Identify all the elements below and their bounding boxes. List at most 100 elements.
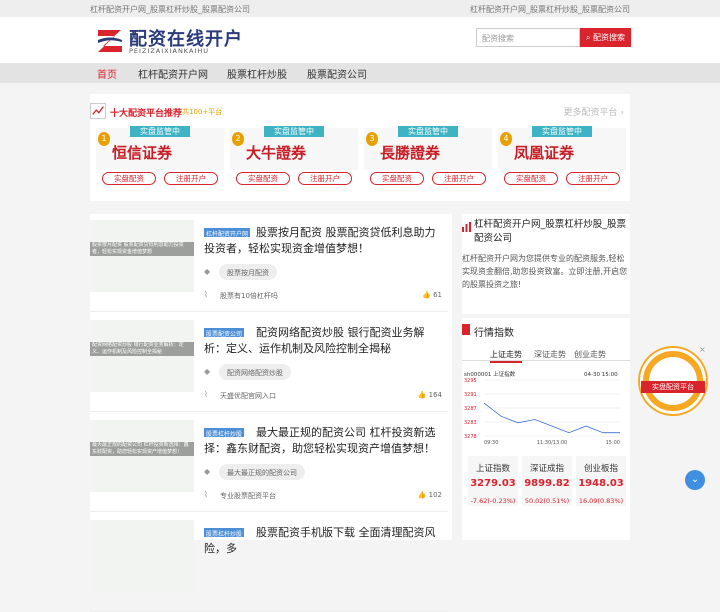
floating-ad-label: 实盘配资平台 xyxy=(641,381,705,393)
close-icon[interactable]: × xyxy=(699,345,706,354)
supervised-tag: 实盘监管中 xyxy=(130,126,190,137)
about-heading: 杠杆配资开户网_股票杠杆炒股_股票配资公司 xyxy=(474,219,627,244)
site-logo[interactable]: 配资在线开户 PEIZIZAIXIANKAIHU xyxy=(95,26,245,56)
chart-icon: ⌇ xyxy=(204,390,208,399)
view-count: 👍 61 xyxy=(422,291,442,299)
post-thumbnail[interactable] xyxy=(90,520,194,592)
chart-date: 04-30 15:00 xyxy=(584,372,618,378)
about-text: 杠杆配资开户网为您提供专业的配资服务,轻松实现资金翻倍,助您投资致富。立即注册,… xyxy=(462,254,628,289)
register-button[interactable]: 注册开户 xyxy=(164,172,218,185)
search-input[interactable]: 配资搜索 xyxy=(476,28,580,47)
view-count: 👍 102 xyxy=(417,491,442,499)
search-button[interactable]: ⌕ 配资搜索 xyxy=(580,28,631,47)
real-trade-button[interactable]: 实盘配资 xyxy=(102,172,156,185)
register-button[interactable]: 注册开户 xyxy=(566,172,620,185)
keyword-pill[interactable]: 股票按月配资 xyxy=(219,264,277,280)
search-icon: ⌕ xyxy=(586,33,591,42)
tab-sh-trend[interactable]: 上证走势 xyxy=(490,349,522,363)
list-item[interactable]: 最大最正规的配资公司 杠杆投资新选择：鑫东财配资，助您轻松实现资产增值梦想！ 股… xyxy=(90,414,448,512)
recommend-panel: 十大配资平台推荐 共100+平台 更多配资平台 › 1 实盘监管中 恒信证券 实… xyxy=(90,94,630,201)
chart-icon: ⌇ xyxy=(204,290,208,299)
tag-icon: ◆ xyxy=(204,467,211,476)
floating-ad[interactable]: 实盘配资平台 一键查询 × xyxy=(640,345,706,414)
post-source[interactable]: 专业股票配资平台 xyxy=(220,491,276,501)
search-box: 配资搜索 ⌕ 配资搜索 xyxy=(476,28,631,47)
platform-card[interactable]: 3 实盘监管中 長勝證券 实盘配资 注册开户 xyxy=(364,126,492,197)
search-button-label: 配资搜索 xyxy=(593,33,626,42)
real-trade-button[interactable]: 实盘配资 xyxy=(370,172,424,185)
thumbnail-caption: 股票按月配资 股票配资贷低利息助力投资者，轻松实现资金增值梦想 xyxy=(90,242,194,256)
market-widget: 行情指数 上证走势 深证走势 创业走势 sh000001 上证指数 04-30 … xyxy=(462,318,630,540)
index-line-chart[interactable]: sh000001 上证指数 04-30 15:00 32953291328732… xyxy=(462,368,630,448)
list-item[interactable]: 配资网络配资炒股 银行配资业务解析：定义、运作机制及风险控制全揭秘 股票配资公司… xyxy=(90,314,448,412)
real-trade-button[interactable]: 实盘配资 xyxy=(504,172,558,185)
index-name: 上证指数 xyxy=(475,464,510,474)
market-heading: 行情指数 xyxy=(474,328,514,339)
nav-item-stock-companies[interactable]: 股票配资公司 xyxy=(307,66,367,81)
keyword-pill[interactable]: 配资网络配资炒股 xyxy=(219,364,291,380)
post-thumbnail[interactable]: 最大最正规的配资公司 杠杆投资新选择：鑫东财配资，助您轻松实现资产增值梦想！ xyxy=(90,420,194,492)
thumbnail-caption: 配资网络配资炒股 银行配资业务解析：定义、运作机制及风险控制全揭秘 xyxy=(90,342,194,356)
list-item[interactable]: 股票杠杆炒股 股票配资手机版下载 全面清理配资风险，多 xyxy=(90,514,448,612)
post-thumbnail[interactable]: 股票按月配资 股票配资贷低利息助力投资者，轻松实现资金增值梦想 xyxy=(90,220,194,292)
header: 配资在线开户 PEIZIZAIXIANKAIHU 配资搜索 ⌕ 配资搜索 xyxy=(0,17,720,63)
index-value: 9899.82 xyxy=(524,478,570,489)
index-series-line xyxy=(483,402,620,434)
back-to-top-button[interactable]: ⌄ xyxy=(685,470,705,490)
index-card-gem[interactable]: 创业板指 1948.03 16.09(0.83%) xyxy=(576,456,626,506)
supervised-tag: 实盘监管中 xyxy=(532,126,592,137)
index-card-sz[interactable]: 深证成指 9899.82 50.02(0.51%) xyxy=(522,456,572,506)
index-name: 深证成指 xyxy=(529,464,564,474)
main-nav: 首页 杠杆配资开户网 股票杠杆炒股 股票配资公司 xyxy=(0,63,720,83)
platform-logo: 長勝證券 xyxy=(380,144,441,162)
y-tick-label: 3291 xyxy=(464,392,477,398)
recommend-title: 十大配资平台推荐 xyxy=(110,109,183,119)
rank-badge: 3 xyxy=(366,132,378,146)
about-widget: 杠杆配资开户网_股票杠杆炒股_股票配资公司 杠杆配资开户网为您提供专业的配资服务… xyxy=(462,214,630,314)
post-title[interactable]: 配资网络配资炒股 银行配资业务解析：定义、运作机制及风险控制全揭秘 xyxy=(204,325,442,357)
real-trade-button[interactable]: 实盘配资 xyxy=(236,172,290,185)
platform-card[interactable]: 1 实盘监管中 恒信证券 实盘配资 注册开户 xyxy=(96,126,224,197)
thumbnail-caption: 最大最正规的配资公司 杠杆投资新选择：鑫东财配资，助您轻松实现资产增值梦想！ xyxy=(90,442,194,456)
top-bar-right-text[interactable]: 杠杆配资开户网_股票杠杆炒股_股票配资公司 xyxy=(470,4,630,15)
post-thumbnail[interactable]: 配资网络配资炒股 银行配资业务解析：定义、运作机制及风险控制全揭秘 xyxy=(90,320,194,392)
post-title[interactable]: 股票按月配资 股票配资贷低利息助力投资者，轻松实现资金增值梦想！ xyxy=(204,225,442,257)
platform-logo: 凤凰证券 xyxy=(514,144,575,162)
register-button[interactable]: 注册开户 xyxy=(298,172,352,185)
keyword-pill[interactable]: 最大最正规的配资公司 xyxy=(219,464,305,480)
x-tick-label: 11:30/13:00 xyxy=(537,440,568,446)
supervised-tag: 实盘监管中 xyxy=(398,126,458,137)
tab-gem-trend[interactable]: 创业走势 xyxy=(574,349,606,360)
post-title[interactable]: 最大最正规的配资公司 杠杆投资新选择：鑫东财配资，助您轻松实现资产增值梦想！ xyxy=(204,425,442,457)
rank-badge: 4 xyxy=(500,132,512,146)
top-bar: 杠杆配资开户网_股票杠杆炒股_股票配资公司 杠杆配资开户网_股票杠杆炒股_股票配… xyxy=(0,0,720,17)
register-button[interactable]: 注册开户 xyxy=(432,172,486,185)
bookmark-icon xyxy=(462,324,470,335)
nav-item-leverage-account[interactable]: 杠杆配资开户网 xyxy=(138,66,208,81)
platform-card[interactable]: 4 实盘监管中 凤凰证券 实盘配资 注册开户 xyxy=(498,126,626,197)
chart-icon xyxy=(90,103,106,119)
post-source[interactable]: 股票有10倍杠杆吗 xyxy=(220,291,278,301)
nav-item-leverage-stock[interactable]: 股票杠杆炒股 xyxy=(227,66,287,81)
chart-icon: ⌇ xyxy=(204,490,208,499)
chart-y-ticks: 3295 3291 3287 3283 3278 xyxy=(464,378,477,440)
more-platforms-link[interactable]: 更多配资平台 › xyxy=(564,105,624,118)
floating-ad-sub: 一键查询 xyxy=(660,397,685,404)
x-tick-label: 15:00 xyxy=(606,440,620,446)
index-card-sh[interactable]: 上证指数 3279.03 -7.62(-0.23%) xyxy=(468,456,518,506)
chart-icon xyxy=(462,222,471,232)
top-bar-left-text[interactable]: 杠杆配资开户网_股票杠杆炒股_股票配资公司 xyxy=(90,4,250,15)
platform-card[interactable]: 2 实盘监管中 大牛證券 实盘配资 注册开户 xyxy=(230,126,358,197)
chart-grid xyxy=(484,379,620,437)
chart-title: sh000001 上证指数 xyxy=(464,370,516,378)
supervised-tag: 实盘监管中 xyxy=(264,126,324,137)
index-name: 创业板指 xyxy=(583,464,618,474)
list-item[interactable]: 股票按月配资 股票配资贷低利息助力投资者，轻松实现资金增值梦想 杠杆配资开户网 … xyxy=(90,214,448,312)
post-source[interactable]: 天盛优配官网入口 xyxy=(220,391,276,401)
nav-item-home[interactable]: 首页 xyxy=(97,66,117,81)
tab-sz-trend[interactable]: 深证走势 xyxy=(534,349,566,360)
y-tick-label: 3295 xyxy=(464,378,477,384)
tag-icon: ◆ xyxy=(204,267,211,276)
post-title[interactable]: 股票配资手机版下载 全面清理配资风险，多 xyxy=(204,525,442,557)
platform-logo: 大牛證券 xyxy=(246,144,307,162)
